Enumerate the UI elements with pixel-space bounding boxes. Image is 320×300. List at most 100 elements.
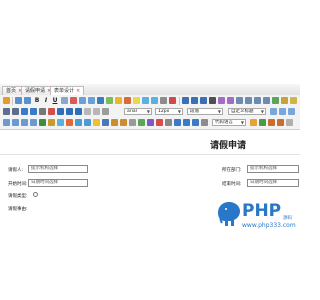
tab-label: 请假申请 bbox=[25, 88, 46, 94]
attachment-icon[interactable] bbox=[102, 119, 109, 126]
font-size-select[interactable]: 12px ▼ bbox=[155, 108, 183, 115]
align-right-icon[interactable] bbox=[21, 119, 28, 126]
strikethrough-icon[interactable] bbox=[61, 97, 68, 104]
spacing-top-icon[interactable] bbox=[279, 108, 286, 115]
end-time-field[interactable]: 日期时间选择 bbox=[247, 179, 299, 187]
print-icon[interactable] bbox=[39, 108, 46, 115]
highlight-icon[interactable] bbox=[66, 108, 73, 115]
code-language-value: 代码语言 bbox=[215, 120, 233, 125]
clear-doc-icon[interactable] bbox=[169, 97, 176, 104]
subscript-icon[interactable] bbox=[88, 97, 95, 104]
align-center-icon[interactable] bbox=[12, 119, 19, 126]
special-char-icon[interactable] bbox=[147, 119, 154, 126]
toolbar-row-1: B I U bbox=[2, 96, 298, 106]
unlink-icon[interactable] bbox=[281, 97, 288, 104]
pasteplain-icon[interactable] bbox=[21, 108, 28, 115]
custom-title-value: 自定义标题 bbox=[231, 109, 254, 114]
chevron-down-icon: ▼ bbox=[177, 109, 181, 114]
wordimage-icon[interactable] bbox=[259, 119, 266, 126]
blockquote-icon[interactable] bbox=[106, 97, 113, 104]
form-select-icon[interactable] bbox=[277, 119, 284, 126]
redo-icon[interactable] bbox=[24, 97, 31, 104]
start-time-field[interactable]: 日期时间选择 bbox=[28, 179, 88, 187]
justify-right-icon[interactable] bbox=[263, 97, 270, 104]
font-family-icon[interactable] bbox=[218, 97, 225, 104]
spacing-bottom-icon[interactable] bbox=[288, 108, 295, 115]
delete-row-icon[interactable] bbox=[192, 119, 199, 126]
forecolor-icon[interactable] bbox=[124, 97, 131, 104]
merge-cells-icon[interactable] bbox=[201, 119, 208, 126]
auto-typeset-icon[interactable] bbox=[12, 108, 19, 115]
search-replace-icon[interactable] bbox=[156, 119, 163, 126]
highlight-code-icon[interactable] bbox=[250, 119, 257, 126]
link-icon[interactable] bbox=[272, 97, 279, 104]
help-icon[interactable] bbox=[286, 119, 293, 126]
insert-col-icon[interactable] bbox=[183, 119, 190, 126]
unordered-list-icon[interactable] bbox=[151, 97, 158, 104]
undo-icon[interactable] bbox=[15, 97, 22, 104]
justify-left-icon[interactable] bbox=[245, 97, 252, 104]
code-language-select[interactable]: 代码语言 ▼ bbox=[212, 119, 246, 126]
ordered-list-icon[interactable] bbox=[142, 97, 149, 104]
direction-icon[interactable] bbox=[270, 108, 277, 115]
link-insert-icon[interactable] bbox=[39, 119, 46, 126]
superscript-icon[interactable] bbox=[79, 97, 86, 104]
justify-center-icon[interactable] bbox=[254, 97, 261, 104]
insert-row-icon[interactable] bbox=[174, 119, 181, 126]
row-spacing-top-icon[interactable] bbox=[182, 97, 189, 104]
emotion-icon[interactable] bbox=[66, 119, 73, 126]
date-icon[interactable] bbox=[111, 119, 118, 126]
paste-plain-icon[interactable] bbox=[115, 97, 122, 104]
bold-icon[interactable]: B bbox=[33, 96, 41, 105]
video-icon[interactable] bbox=[75, 119, 82, 126]
align-left-icon[interactable] bbox=[3, 119, 10, 126]
spacing-icon[interactable] bbox=[102, 108, 109, 115]
paragraph-select[interactable]: 段落 ▼ bbox=[187, 108, 223, 115]
applicant-field[interactable]: 提示机构选择 bbox=[28, 165, 88, 173]
time-icon[interactable] bbox=[120, 119, 127, 126]
custom-title-select[interactable]: 自定义标题 ▼ bbox=[228, 108, 266, 115]
line-height-icon[interactable] bbox=[200, 97, 207, 104]
font-family-value: arial bbox=[127, 109, 137, 114]
line-icon[interactable] bbox=[93, 108, 100, 115]
music-icon[interactable] bbox=[84, 119, 91, 126]
leave-type-radio[interactable] bbox=[33, 192, 38, 197]
row-spacing-bottom-icon[interactable] bbox=[191, 97, 198, 104]
divider bbox=[179, 97, 180, 105]
font-family-select[interactable]: arial ▼ bbox=[124, 108, 152, 115]
anchor-icon[interactable] bbox=[290, 97, 297, 104]
font-size-icon[interactable] bbox=[227, 97, 234, 104]
chevron-down-icon: ▼ bbox=[146, 109, 150, 114]
preview-icon[interactable] bbox=[48, 108, 55, 115]
backcolor-icon[interactable] bbox=[133, 97, 140, 104]
font-border-icon[interactable] bbox=[70, 97, 77, 104]
anchor-insert-icon[interactable] bbox=[48, 119, 55, 126]
insert-unorder-icon[interactable] bbox=[84, 108, 91, 115]
font-color-icon[interactable] bbox=[57, 108, 64, 115]
image-icon[interactable] bbox=[57, 119, 64, 126]
chevron-down-icon: ▼ bbox=[217, 109, 221, 114]
format-match-icon[interactable] bbox=[97, 97, 104, 104]
insert-order-icon[interactable] bbox=[75, 108, 82, 115]
italic-icon[interactable]: I bbox=[42, 96, 50, 105]
select-all-icon[interactable] bbox=[160, 97, 167, 104]
template-icon[interactable] bbox=[138, 119, 145, 126]
paragraph-format-icon[interactable] bbox=[209, 97, 216, 104]
form-text-icon[interactable] bbox=[268, 119, 275, 126]
divider bbox=[0, 154, 300, 155]
elephant-logo-icon bbox=[218, 202, 240, 226]
close-icon[interactable]: × bbox=[76, 88, 80, 94]
clear-format-icon[interactable] bbox=[3, 108, 10, 115]
paragraph-value: 段落 bbox=[190, 109, 199, 114]
indent-icon[interactable] bbox=[236, 97, 243, 104]
page-break-icon[interactable] bbox=[129, 119, 136, 126]
table-icon[interactable] bbox=[165, 119, 172, 126]
source-icon[interactable] bbox=[3, 97, 10, 104]
align-justify-icon[interactable] bbox=[30, 119, 37, 126]
department-field[interactable]: 提示机构选择 bbox=[247, 165, 299, 173]
tab-label: 首页 bbox=[6, 88, 17, 94]
select-icon[interactable] bbox=[30, 108, 37, 115]
department-label: 所在部门: bbox=[222, 168, 242, 173]
underline-icon[interactable]: U bbox=[51, 96, 59, 105]
map-icon[interactable] bbox=[93, 119, 100, 126]
